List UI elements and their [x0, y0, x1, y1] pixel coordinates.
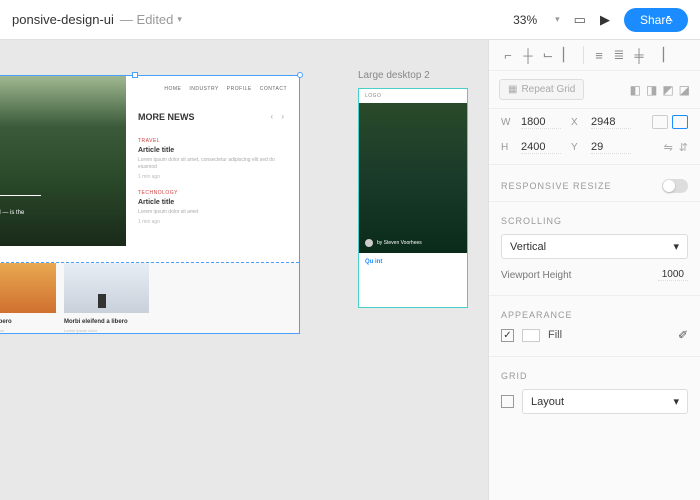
fill-swatch[interactable] — [522, 329, 540, 342]
cursor-icon: ↖ — [666, 14, 674, 25]
flip-horizontal-icon[interactable]: ⇋ — [664, 141, 673, 154]
artboard-selected[interactable]: ur ideal — is the HOMEINDUSTRYPROFILECON… — [0, 75, 300, 334]
distribute-h-icon[interactable]: ≡ — [590, 46, 608, 64]
card: eifend a libero Lorem ipsum dolor — [0, 263, 56, 333]
card-image — [64, 263, 149, 313]
artboard-label[interactable]: Large desktop 2 — [358, 70, 430, 81]
card-title: Morbi eleifend a libero — [64, 319, 149, 325]
card-body: Lorem ipsum dolor — [64, 328, 149, 333]
align-center-icon[interactable]: ╪ — [630, 46, 648, 64]
align-left-icon[interactable]: ▏ — [559, 46, 577, 64]
grid-checkbox[interactable] — [501, 395, 514, 408]
scrolling-header: SCROLLING — [489, 206, 700, 230]
article-body: Lorem ipsum dolor sit amet — [138, 209, 287, 216]
grid-header: GRID — [489, 361, 700, 385]
top-bar: ponsive-design-ui — Edited ▾ 33% ▾ ▭ ▶ S… — [0, 0, 700, 40]
landscape-icon[interactable] — [672, 115, 688, 129]
appearance-header: APPEARANCE — [489, 300, 700, 324]
fill-label: Fill — [548, 329, 562, 341]
chevron-down-icon: ▾ — [673, 395, 679, 408]
scrolling-select[interactable]: Vertical▾ — [501, 234, 688, 259]
artboard-nav: HOMEINDUSTRYPROFILECONTACT — [138, 86, 287, 92]
y-input[interactable]: 29 — [591, 141, 631, 154]
align-right-icon[interactable]: ▕ — [650, 46, 668, 64]
article-meta: 1 min ago — [138, 174, 287, 180]
document-title: ponsive-design-ui — [12, 12, 114, 27]
card: Morbi eleifend a libero Lorem ipsum dolo… — [64, 263, 149, 333]
card-grid: eifend a libero Lorem ipsum dolor Morbi … — [0, 262, 299, 333]
grid-icon: ▦ — [508, 84, 517, 95]
boolean-exclude-icon[interactable]: ◪ — [679, 83, 690, 97]
card-title: eifend a libero — [0, 319, 56, 325]
distribute-v-icon[interactable]: ≣ — [610, 46, 628, 64]
article-body: Lorem ipsum dolor sit amet, consectetur … — [138, 157, 287, 171]
responsive-toggle[interactable] — [662, 179, 688, 193]
teaser-text: Qu int — [359, 253, 467, 273]
boolean-intersect-icon[interactable]: ◩ — [662, 83, 673, 97]
width-input[interactable]: 1800 — [521, 116, 561, 129]
card-image — [0, 263, 56, 313]
hero-image: by Steven Voorhees — [359, 103, 467, 253]
article-title: Article title — [138, 199, 287, 206]
align-tools: ⌐ ┼ ⌙ ▏ ≡ ≣ ╪ ▕ — [489, 40, 700, 71]
eyedropper-icon[interactable]: ✐ — [678, 328, 688, 342]
inspector-panel: ⌐ ┼ ⌙ ▏ ≡ ≣ ╪ ▕ ▦Repeat Grid ◧ ◨ ◩ ◪ W 1… — [488, 40, 700, 500]
canvas[interactable]: ur ideal — is the HOMEINDUSTRYPROFILECON… — [0, 40, 488, 500]
height-label: H — [501, 142, 511, 153]
repeat-grid-button[interactable]: ▦Repeat Grid — [499, 79, 584, 100]
article-meta: 1 min ago — [138, 219, 287, 225]
category-label: TECHNOLOGY — [138, 190, 287, 196]
zoom-chevron-icon[interactable]: ▾ — [555, 14, 560, 25]
logo-text: LOGO — [359, 89, 467, 103]
artboard-large-desktop-2[interactable]: LOGO by Steven Voorhees Qu int — [358, 88, 468, 308]
device-preview-icon[interactable]: ▭ — [574, 12, 586, 28]
hero-caption: ur ideal — is the — [0, 210, 24, 216]
more-news-heading: MORE NEWS‹ › — [138, 112, 287, 122]
boolean-subtract-icon[interactable]: ◨ — [646, 83, 657, 97]
portrait-icon[interactable] — [652, 115, 668, 129]
x-label: X — [571, 117, 581, 128]
boolean-add-icon[interactable]: ◧ — [630, 83, 641, 97]
viewport-height-label: Viewport Height — [501, 270, 571, 281]
x-input[interactable]: 2948 — [591, 116, 631, 129]
grid-layout-select[interactable]: Layout▾ — [522, 389, 688, 414]
article-title: Article title — [138, 147, 287, 154]
hero-image: ur ideal — is the — [0, 76, 126, 246]
zoom-level[interactable]: 33% — [513, 13, 537, 27]
align-bottom-icon[interactable]: ⌙ — [539, 46, 557, 64]
rotate-handle[interactable] — [297, 72, 303, 78]
responsive-resize-header: RESPONSIVE RESIZE — [489, 169, 700, 197]
align-middle-icon[interactable]: ┼ — [519, 46, 537, 64]
chevron-down-icon: ▾ — [673, 240, 679, 253]
width-label: W — [501, 117, 511, 128]
align-top-icon[interactable]: ⌐ — [499, 46, 517, 64]
share-button[interactable]: Share↖ — [624, 8, 688, 32]
category-label: TRAVEL — [138, 138, 287, 144]
y-label: Y — [571, 142, 581, 153]
play-icon[interactable]: ▶ — [600, 12, 610, 28]
fill-checkbox[interactable]: ✓ — [501, 329, 514, 342]
author-byline: by Steven Voorhees — [365, 239, 422, 247]
height-input[interactable]: 2400 — [521, 141, 561, 154]
resize-handle[interactable] — [132, 72, 138, 78]
flip-vertical-icon[interactable]: ⇵ — [679, 141, 688, 154]
main-area: ur ideal — is the HOMEINDUSTRYPROFILECON… — [0, 40, 700, 500]
avatar — [365, 239, 373, 247]
chevron-down-icon[interactable]: ▾ — [177, 14, 182, 25]
card-body: Lorem ipsum dolor — [0, 328, 56, 333]
viewport-height-input[interactable]: 1000 — [658, 269, 688, 281]
hero-section: ur ideal — is the HOMEINDUSTRYPROFILECON… — [0, 76, 299, 246]
edited-status: — Edited — [120, 12, 174, 27]
